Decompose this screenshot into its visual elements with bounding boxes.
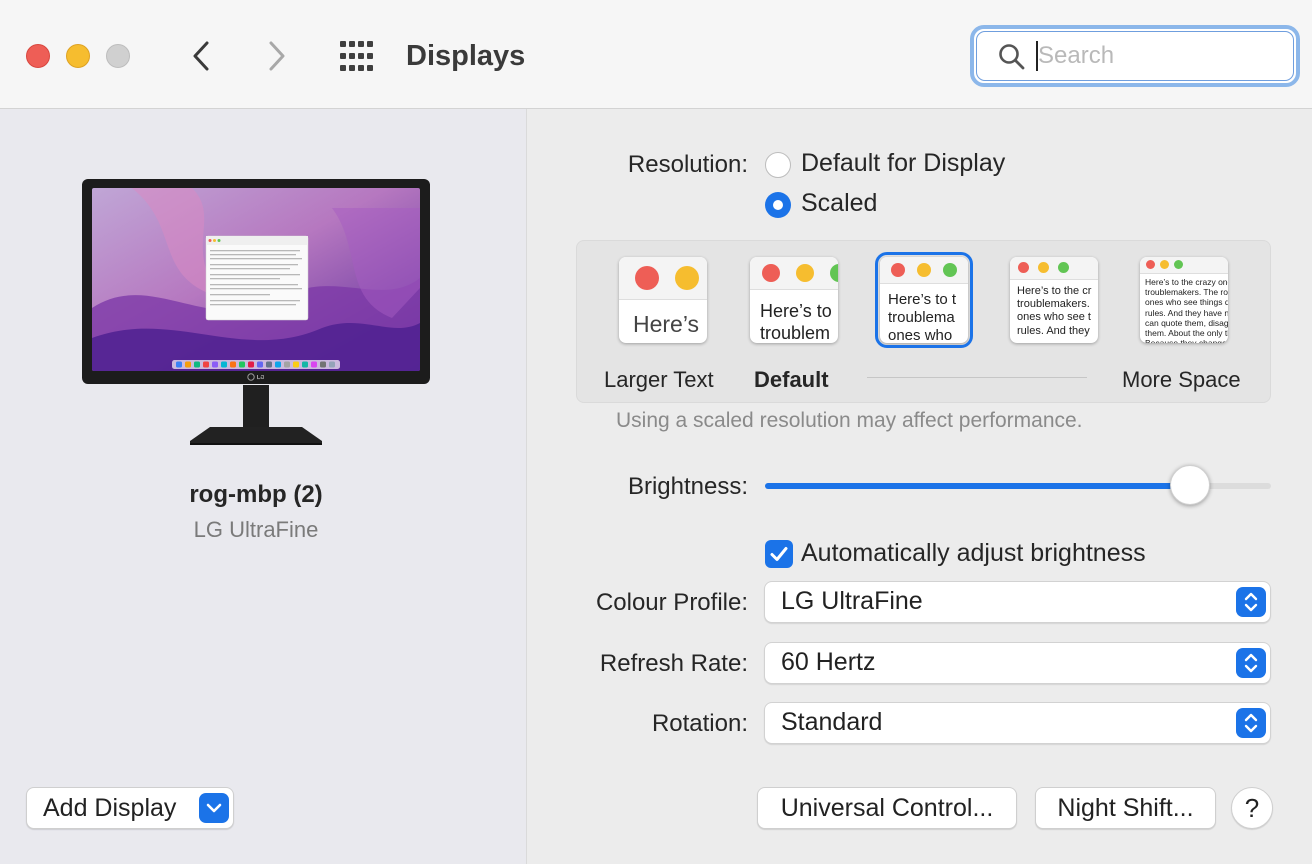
checkmark-icon [770, 547, 788, 561]
auto-brightness-checkbox[interactable] [765, 540, 793, 568]
display-settings-pane: Resolution: Default for Display Scaled H… [527, 109, 1312, 864]
resolution-label: Resolution: [627, 151, 748, 178]
text-caret [1036, 41, 1038, 71]
rotation-label: Rotation: [651, 710, 748, 737]
colour-profile-value: LG UltraFine [781, 587, 923, 615]
forward-button[interactable] [258, 38, 294, 74]
thumb-titlebar [750, 257, 838, 290]
help-button[interactable]: ? [1231, 787, 1273, 829]
green-dot [1174, 260, 1183, 269]
yellow-dot [796, 264, 814, 282]
add-display-button[interactable]: Add Display [26, 787, 234, 829]
chevron-left-icon [193, 41, 209, 71]
up-down-chevron-icon [1244, 653, 1258, 673]
scale-option-larger-text[interactable]: Here’s [619, 257, 707, 343]
red-dot [635, 266, 659, 290]
scale-option-more-space[interactable]: Here’s to the crazy ones troublemakers. … [1140, 257, 1228, 343]
search-input[interactable] [1038, 39, 1278, 73]
show-all-button[interactable] [338, 40, 378, 72]
scaling-options: Here’s Here’s to troublem Here’s to t tr [576, 240, 1271, 403]
displays-window: Displays Search rog-mbp (2) LG UltraFine… [0, 0, 1312, 864]
add-display-dropdown[interactable] [199, 793, 229, 823]
monitor-stand-base [190, 427, 322, 445]
grid-icon [340, 41, 373, 71]
scaled-resolution-note: Using a scaled resolution may affect per… [616, 409, 1083, 432]
red-dot [762, 264, 780, 282]
search-icon [999, 44, 1025, 70]
yellow-dot [917, 263, 931, 277]
default-label: Default [754, 367, 829, 392]
wallpaper-image [92, 188, 420, 371]
thumb-titlebar [1140, 257, 1228, 274]
display-name: rog-mbp (2) [189, 481, 323, 508]
thumb-sample-text: Here’s to the crazy ones troublemakers. … [1145, 277, 1228, 343]
green-dot [830, 264, 838, 282]
red-dot [891, 263, 905, 277]
up-down-chevron-icon [1244, 713, 1258, 733]
yellow-dot [1160, 260, 1169, 269]
chevron-down-icon [206, 803, 222, 813]
more-space-label: More Space [1122, 367, 1241, 392]
popup-arrows [1236, 648, 1266, 678]
rotation-value: Standard [781, 708, 883, 736]
night-shift-button[interactable]: Night Shift... [1035, 787, 1216, 829]
scale-divider [867, 377, 1087, 378]
thumb-sample-text: Here’s to the cr troublemakers. ones who… [1017, 285, 1092, 337]
yellow-dot [1038, 262, 1049, 273]
brightness-slider-knob[interactable] [1170, 465, 1211, 505]
display-preview[interactable] [82, 179, 430, 384]
thumb-sample-text: Here’s to t troublema ones who [888, 291, 957, 343]
minimize-window-button[interactable] [66, 44, 90, 68]
green-dot [1058, 262, 1069, 273]
chevron-right-icon [269, 41, 285, 71]
refresh-rate-value: 60 Hertz [781, 648, 876, 676]
yellow-dot [675, 266, 699, 290]
up-down-chevron-icon [1244, 592, 1258, 612]
brightness-slider-fill [765, 483, 1191, 489]
thumb-titlebar [880, 257, 968, 284]
rotation-popup[interactable]: Standard [764, 702, 1271, 744]
back-button[interactable] [184, 38, 220, 74]
thumb-titlebar [1010, 257, 1098, 280]
red-dot [1146, 260, 1155, 269]
auto-brightness-label[interactable]: Automatically adjust brightness [801, 539, 1146, 568]
colour-profile-label: Colour Profile: [595, 589, 748, 616]
display-wallpaper [92, 188, 420, 371]
display-model: LG UltraFine [193, 517, 319, 542]
green-dot [943, 263, 957, 277]
scale-option-4[interactable]: Here’s to the cr troublemakers. ones who… [1010, 257, 1098, 343]
close-window-button[interactable] [26, 44, 50, 68]
window-title: Displays [406, 40, 526, 72]
zoom-window-button[interactable] [106, 44, 130, 68]
thumb-titlebar [619, 257, 707, 300]
red-dot [1018, 262, 1029, 273]
resolution-default-label[interactable]: Default for Display [801, 149, 1005, 178]
monitor-stand-neck [243, 385, 269, 431]
display-sidebar: rog-mbp (2) LG UltraFine Add Display [0, 109, 527, 864]
toolbar: Displays [0, 0, 1312, 109]
search-field[interactable] [970, 25, 1300, 87]
thumb-sample-text: Here’s [633, 311, 700, 337]
larger-text-label: Larger Text [604, 367, 714, 392]
popup-arrows [1236, 708, 1266, 738]
add-display-label: Add Display [43, 794, 177, 822]
scale-option-3[interactable]: Here’s to t troublema ones who [875, 252, 973, 348]
resolution-default-radio[interactable] [765, 152, 791, 178]
colour-profile-popup[interactable]: LG UltraFine [764, 581, 1271, 623]
refresh-rate-label: Refresh Rate: [599, 650, 748, 677]
brightness-label: Brightness: [627, 473, 748, 500]
universal-control-button[interactable]: Universal Control... [757, 787, 1017, 829]
scale-option-default[interactable]: Here’s to troublem [750, 257, 838, 343]
thumb-sample-text: Here’s to troublem [760, 301, 832, 343]
resolution-scaled-label[interactable]: Scaled [801, 189, 877, 218]
resolution-scaled-radio[interactable] [765, 192, 791, 218]
refresh-rate-popup[interactable]: 60 Hertz [764, 642, 1271, 684]
lg-logo [247, 373, 264, 381]
popup-arrows [1236, 587, 1266, 617]
brightness-slider[interactable] [765, 465, 1271, 505]
